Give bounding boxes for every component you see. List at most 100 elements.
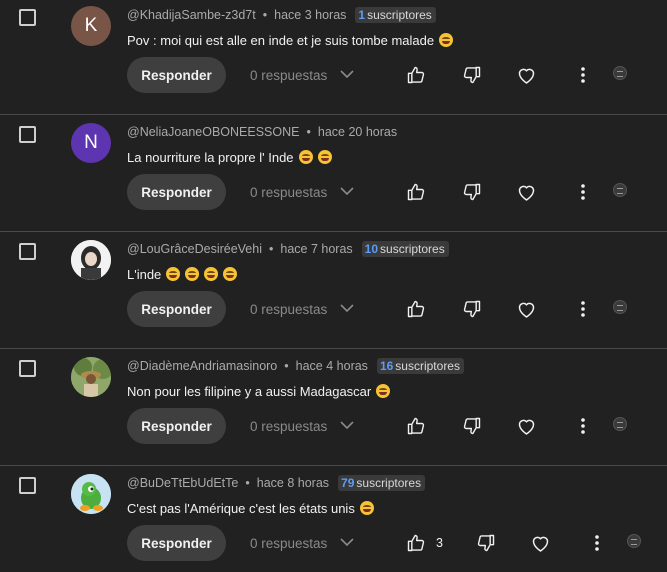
grinning-sweat-emoji-icon — [317, 150, 332, 164]
replies-toggle[interactable]: 0 respuestas — [250, 291, 355, 327]
like-button[interactable] — [406, 408, 426, 444]
grinning-sweat-emoji-icon — [298, 150, 313, 164]
comment-time[interactable]: hace 20 horas — [318, 125, 397, 139]
dislike-button[interactable] — [462, 291, 482, 327]
chevron-down-icon — [327, 183, 355, 202]
avatar[interactable]: N — [71, 123, 111, 163]
replies-toggle[interactable]: 0 respuestas — [250, 408, 355, 444]
dislike-button[interactable] — [462, 174, 482, 210]
creator-avatar-icon — [627, 534, 641, 548]
more-actions-button[interactable] — [594, 525, 600, 561]
creator-avatar-icon — [613, 66, 627, 80]
more-actions-button[interactable] — [580, 408, 586, 444]
like-button[interactable] — [406, 291, 426, 327]
avatar[interactable] — [71, 240, 111, 280]
separator-dot: • — [269, 242, 274, 256]
reply-button[interactable]: Responder — [127, 291, 226, 327]
comment-body: La nourriture la propre l' Inde — [127, 149, 294, 165]
replies-count: 0 respuestas — [250, 535, 328, 551]
chevron-down-icon — [327, 417, 355, 436]
comment-time[interactable]: hace 8 horas — [257, 476, 329, 490]
more-actions-button[interactable] — [580, 291, 586, 327]
like-button[interactable] — [406, 174, 426, 210]
author-handle[interactable]: @DiadèmeAndriamasinoro — [127, 359, 277, 373]
more-vert-icon — [580, 418, 586, 434]
subscriber-count: 1 — [358, 8, 366, 22]
comment-text: Pov : moi qui est alle en inde et je sui… — [127, 31, 454, 49]
subscriber-badge: 10 suscriptores — [361, 241, 449, 257]
select-checkbox[interactable] — [19, 243, 36, 260]
select-checkbox[interactable] — [19, 9, 36, 26]
grinning-sweat-emoji-icon — [376, 384, 391, 398]
replies-count: 0 respuestas — [250, 418, 328, 434]
author-handle[interactable]: @KhadijaSambe-z3d7t — [127, 8, 256, 22]
select-checkbox[interactable] — [19, 126, 36, 143]
comment-text: C'est pas l'Amérique c'est les états uni… — [127, 499, 374, 517]
creator-avatar-icon — [613, 417, 627, 431]
comment-meta: @NeliaJoaneOBONEESSONE • hace 20 horas — [127, 123, 397, 141]
replies-toggle[interactable]: 0 respuestas — [250, 57, 355, 93]
replies-toggle[interactable]: 0 respuestas — [250, 174, 355, 210]
comment-row: @LouGrâceDesiréeVehi • hace 7 horas 10 su… — [0, 232, 667, 349]
like-button[interactable] — [406, 57, 426, 93]
heart-icon — [516, 299, 537, 320]
heart-button[interactable] — [516, 408, 537, 444]
creator-avatar-icon — [613, 183, 627, 197]
thumb-down-icon — [462, 182, 482, 202]
avatar[interactable]: K — [71, 6, 111, 46]
comment-row: @DiadèmeAndriamasinoro • hace 4 horas 16… — [0, 349, 667, 466]
comment-time[interactable]: hace 3 horas — [274, 8, 346, 22]
thumb-up-icon — [406, 65, 426, 85]
comment-text: L'inde — [127, 265, 238, 283]
more-actions-button[interactable] — [580, 57, 586, 93]
comment-body: Non pour les filipine y a aussi Madagasc… — [127, 383, 372, 399]
dislike-button[interactable] — [462, 57, 482, 93]
select-checkbox[interactable] — [19, 477, 36, 494]
subscriber-label: suscriptores — [367, 8, 432, 22]
comment-time[interactable]: hace 7 horas — [280, 242, 352, 256]
thumb-up-icon — [406, 533, 426, 553]
grinning-sweat-emoji-icon — [204, 267, 219, 281]
thumb-up-icon — [406, 416, 426, 436]
grinning-sweat-emoji-icon — [439, 33, 454, 47]
dislike-button[interactable] — [476, 525, 496, 561]
reply-button[interactable]: Responder — [127, 408, 226, 444]
comment-time[interactable]: hace 4 horas — [296, 359, 368, 373]
like-count: 3 — [436, 536, 443, 550]
replies-count: 0 respuestas — [250, 301, 328, 317]
comment-text: La nourriture la propre l' Inde — [127, 148, 332, 166]
reply-button[interactable]: Responder — [127, 174, 226, 210]
comment-row: @BuDeTtEbUdEtTe • hace 8 horas 79 suscrip… — [0, 466, 667, 572]
heart-icon — [516, 182, 537, 203]
comment-body: Pov : moi qui est alle en inde et je sui… — [127, 32, 435, 48]
author-handle[interactable]: @NeliaJoaneOBONEESSONE — [127, 125, 299, 139]
chevron-down-icon — [327, 66, 355, 85]
thumb-down-icon — [476, 533, 496, 553]
reply-button[interactable]: Responder — [127, 525, 226, 561]
dislike-button[interactable] — [462, 408, 482, 444]
comment-row: K @KhadijaSambe-z3d7t • hace 3 horas 1 su… — [0, 0, 667, 115]
thumb-up-icon — [406, 182, 426, 202]
grinning-sweat-emoji-icon — [185, 267, 200, 281]
avatar-letter: N — [84, 132, 98, 153]
comment-meta: @LouGrâceDesiréeVehi • hace 7 horas 10 su… — [127, 240, 449, 258]
like-button[interactable]: 3 — [406, 525, 443, 561]
heart-button[interactable] — [516, 291, 537, 327]
subscriber-count: 10 — [364, 242, 379, 256]
separator-dot: • — [245, 476, 250, 490]
thumb-down-icon — [462, 416, 482, 436]
more-actions-button[interactable] — [580, 174, 586, 210]
subscriber-badge: 16 suscriptores — [376, 358, 464, 374]
comment-meta: @DiadèmeAndriamasinoro • hace 4 horas 16… — [127, 357, 464, 375]
author-handle[interactable]: @BuDeTtEbUdEtTe — [127, 476, 238, 490]
replies-toggle[interactable]: 0 respuestas — [250, 525, 355, 561]
avatar[interactable] — [71, 474, 111, 514]
avatar[interactable] — [71, 357, 111, 397]
reply-button[interactable]: Responder — [127, 57, 226, 93]
heart-button[interactable] — [530, 525, 551, 561]
comment-text: Non pour les filipine y a aussi Madagasc… — [127, 382, 391, 400]
heart-button[interactable] — [516, 57, 537, 93]
select-checkbox[interactable] — [19, 360, 36, 377]
author-handle[interactable]: @LouGrâceDesiréeVehi — [127, 242, 262, 256]
heart-button[interactable] — [516, 174, 537, 210]
